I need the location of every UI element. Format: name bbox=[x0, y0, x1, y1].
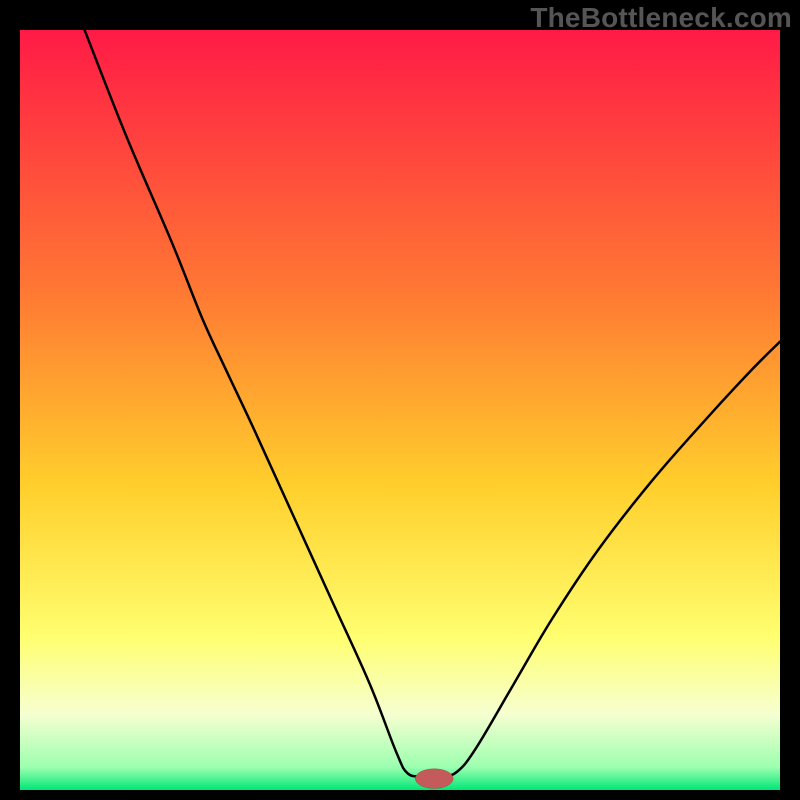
heat-background bbox=[20, 30, 780, 790]
bottleneck-chart bbox=[20, 30, 780, 790]
optimal-point-marker bbox=[415, 769, 453, 789]
chart-frame: TheBottleneck.com bbox=[0, 0, 800, 800]
